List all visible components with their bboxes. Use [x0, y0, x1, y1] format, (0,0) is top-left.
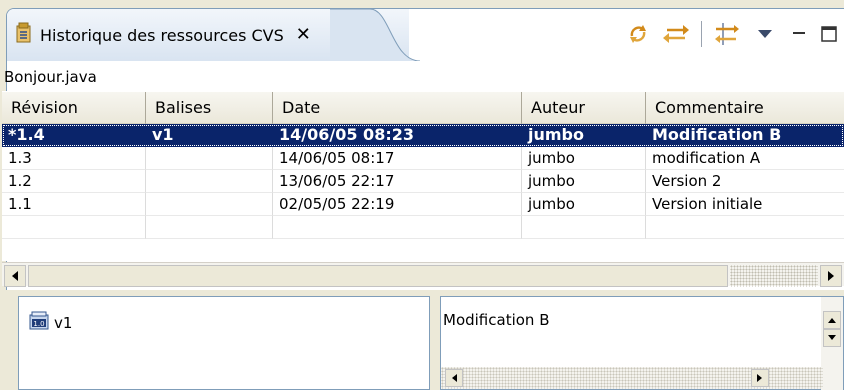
column-header-date[interactable]: Date — [273, 92, 522, 125]
cell-date: 13/06/05 22:17 — [273, 170, 522, 193]
cell-tag — [146, 147, 273, 170]
cell-empty — [522, 216, 646, 239]
cell-empty — [2, 216, 146, 239]
scroll-up-arrow-icon[interactable] — [823, 311, 841, 329]
cell-comment: Version initiale — [646, 193, 844, 216]
comment-scroll-right-icon[interactable] — [751, 369, 769, 387]
comment-horizontal-scrollbar[interactable] — [441, 367, 823, 389]
cell-tag: v1 — [146, 124, 273, 147]
comment-vertical-scrollbar[interactable] — [821, 297, 843, 390]
cell-date: 14/06/05 08:17 — [273, 147, 522, 170]
tags-pane[interactable]: 1.0 v1 — [18, 296, 430, 390]
comment-scroll-left-icon[interactable] — [445, 369, 463, 387]
version-tag-icon: 1.0 — [29, 311, 51, 335]
view-menu-icon[interactable] — [750, 19, 780, 49]
tag-item[interactable]: 1.0 v1 — [29, 311, 72, 335]
cell-revision: 1.3 — [2, 147, 146, 170]
cell-revision: 1.1 — [2, 193, 146, 216]
cell-revision: *1.4 — [2, 124, 146, 147]
cell-empty — [146, 216, 273, 239]
scrollbar-thumb[interactable] — [28, 265, 728, 287]
view-title: Historique des ressources CVS — [40, 25, 284, 45]
refresh-icon[interactable] — [623, 19, 653, 49]
cell-author: jumbo — [522, 124, 646, 147]
cell-tag — [146, 193, 273, 216]
table-row[interactable]: 1.2 13/06/05 22:17 jumbo Version 2 — [2, 170, 844, 193]
table-row-empty — [2, 216, 844, 239]
table-horizontal-scrollbar[interactable] — [2, 262, 844, 287]
scroll-down-arrow-icon[interactable] — [823, 329, 841, 347]
details-area: 1.0 v1 Modification B — [0, 290, 844, 390]
table-row[interactable]: 1.1 02/05/05 22:19 jumbo Version initial… — [2, 193, 844, 216]
table-header: Révision Balises Date Auteur Commentaire — [2, 91, 844, 125]
table-row[interactable]: *1.4 v1 14/06/05 08:23 jumbo Modificatio… — [2, 124, 844, 147]
cvs-history-icon — [14, 22, 34, 48]
column-header-tags[interactable]: Balises — [146, 92, 273, 125]
cell-tag — [146, 170, 273, 193]
close-icon[interactable]: ✕ — [296, 26, 311, 44]
scroll-right-arrow-icon[interactable] — [820, 265, 842, 287]
cell-author: jumbo — [522, 193, 646, 216]
cell-author: jumbo — [522, 170, 646, 193]
view-tab-title-row: Historique des ressources CVS ✕ — [14, 22, 311, 48]
tag-label: v1 — [54, 314, 73, 332]
toolbar-separator — [701, 21, 702, 47]
version-tag-icon-text: 1.0 — [33, 320, 44, 328]
compare-icon[interactable] — [712, 19, 742, 49]
cell-author: jumbo — [522, 147, 646, 170]
scroll-left-arrow-icon[interactable] — [4, 265, 26, 287]
scrollbar-track[interactable] — [730, 265, 818, 287]
column-header-author[interactable]: Auteur — [522, 92, 646, 125]
cell-comment: Modification B — [646, 124, 844, 147]
link-with-editor-icon[interactable] — [661, 19, 691, 49]
column-header-revision[interactable]: Révision — [2, 92, 146, 125]
column-header-comment[interactable]: Commentaire — [646, 92, 844, 125]
tab-curve — [330, 9, 420, 61]
cell-date: 02/05/05 22:19 — [273, 193, 522, 216]
table-row[interactable]: 1.3 14/06/05 08:17 jumbo modification A — [2, 147, 844, 170]
comment-pane[interactable]: Modification B — [440, 296, 844, 390]
resource-file-label: Bonjour.java — [4, 68, 97, 86]
cell-date: 14/06/05 08:23 — [273, 124, 522, 147]
comment-text: Modification B — [443, 311, 550, 329]
cell-empty — [646, 216, 844, 239]
revision-table: Révision Balises Date Auteur Commentaire… — [2, 91, 844, 261]
cell-comment: Version 2 — [646, 170, 844, 193]
view-tab-bar: Historique des ressources CVS ✕ — [0, 0, 844, 390]
minimize-icon[interactable] — [788, 19, 810, 49]
cell-empty — [273, 216, 522, 239]
maximize-icon[interactable] — [818, 19, 840, 49]
cell-comment: modification A — [646, 147, 844, 170]
view-toolbar — [623, 18, 844, 50]
cell-revision: 1.2 — [2, 170, 146, 193]
